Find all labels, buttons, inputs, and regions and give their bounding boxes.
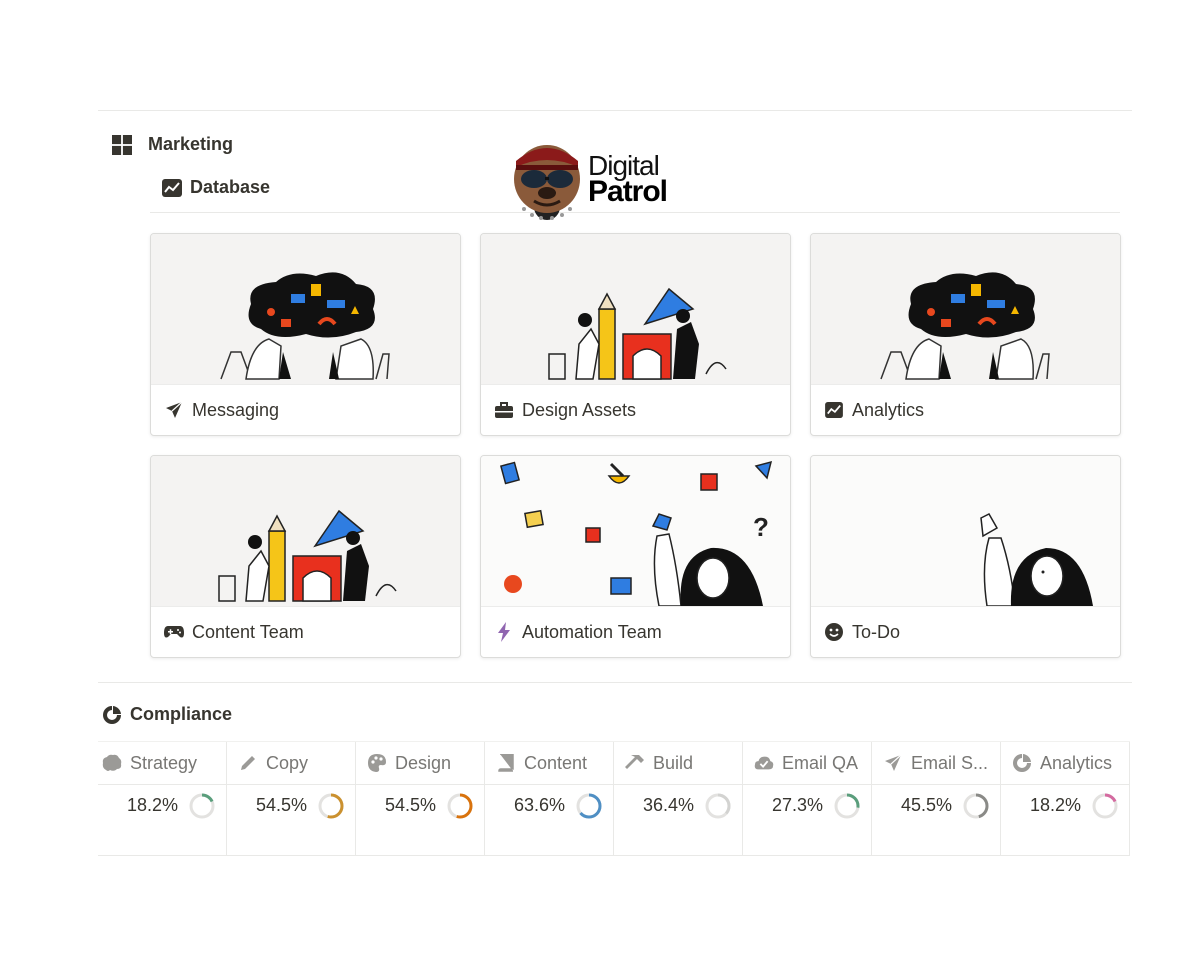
column-header-email-s[interactable]: Email S... xyxy=(872,742,1001,784)
percent-value: 18.2% xyxy=(1029,795,1081,815)
paper-plane-icon xyxy=(883,753,903,773)
chart-line-icon xyxy=(162,178,182,198)
compliance-table: Strategy Copy Design Content Build Email… xyxy=(98,741,1130,856)
top-divider xyxy=(98,110,1132,111)
marketing-heading[interactable]: Marketing xyxy=(112,134,233,155)
card-gallery: Messaging Design Assets Analytics Conten… xyxy=(150,233,1121,658)
table-cell[interactable]: 63.6% xyxy=(485,785,614,855)
column-header-content[interactable]: Content xyxy=(485,742,614,784)
table-cell[interactable]: 27.3% xyxy=(743,785,872,855)
column-header-analytics[interactable]: Analytics xyxy=(1001,742,1130,784)
palette-icon xyxy=(367,753,387,773)
card-title: Design Assets xyxy=(522,399,637,420)
progress-ring xyxy=(1092,793,1118,819)
column-header-copy[interactable]: Copy xyxy=(227,742,356,784)
table-cell[interactable]: 54.5% xyxy=(356,785,485,855)
card-cover-illustration: ? xyxy=(481,456,790,606)
column-label: Content xyxy=(524,752,588,773)
column-label: Email S... xyxy=(911,752,989,773)
card-design-assets[interactable]: Design Assets xyxy=(480,233,791,436)
card-cover-illustration xyxy=(811,234,1120,384)
table-row: 18.2% 54.5% 54.5% 63.6% 36.4% 27.3% 45.5… xyxy=(98,785,1130,856)
chart-line-icon xyxy=(824,400,844,420)
digital-patrol-logo: Digital Patrol xyxy=(508,137,668,221)
card-automation-team[interactable]: ? Automation Team xyxy=(480,455,791,658)
progress-ring xyxy=(318,793,344,819)
card-title: Automation Team xyxy=(522,621,662,642)
brain-icon xyxy=(102,753,122,773)
column-header-strategy[interactable]: Strategy xyxy=(98,742,227,784)
percent-value: 54.5% xyxy=(384,795,436,815)
table-cell[interactable]: 18.2% xyxy=(1001,785,1130,855)
paper-plane-icon xyxy=(164,400,184,420)
card-title: Messaging xyxy=(192,399,280,420)
column-label: Strategy xyxy=(130,752,198,773)
table-cell[interactable]: 54.5% xyxy=(227,785,356,855)
card-cover-illustration xyxy=(151,234,460,384)
column-header-email-qa[interactable]: Email QA xyxy=(743,742,872,784)
card-cover-illustration xyxy=(811,456,1120,606)
card-content-team[interactable]: Content Team xyxy=(150,455,461,658)
column-header-build[interactable]: Build xyxy=(614,742,743,784)
book-icon xyxy=(496,753,516,773)
percent-value: 54.5% xyxy=(255,795,307,815)
table-cell[interactable]: 18.2% xyxy=(98,785,227,855)
database-heading[interactable]: Database xyxy=(162,177,270,198)
card-title: Analytics xyxy=(852,399,925,420)
card-analytics[interactable]: Analytics xyxy=(810,233,1121,436)
hammer-icon xyxy=(625,753,645,773)
column-label: Analytics xyxy=(1040,752,1113,773)
grid-icon xyxy=(112,134,132,155)
table-cell[interactable]: 36.4% xyxy=(614,785,743,855)
pie-chart-icon xyxy=(1012,753,1032,773)
progress-ring xyxy=(963,793,989,819)
column-label: Design xyxy=(395,752,452,773)
logo-line-2: Patrol xyxy=(588,175,668,209)
compliance-title: Compliance xyxy=(130,704,233,724)
percent-value: 27.3% xyxy=(771,795,823,815)
marketing-title: Marketing xyxy=(148,134,234,154)
percent-value: 45.5% xyxy=(900,795,952,815)
compliance-heading[interactable]: Compliance xyxy=(102,704,232,725)
column-label: Email QA xyxy=(782,752,859,773)
table-cell[interactable]: 45.5% xyxy=(872,785,1001,855)
progress-ring xyxy=(447,793,473,819)
compliance-divider xyxy=(98,682,1132,683)
progress-ring xyxy=(189,793,215,819)
card-messaging[interactable]: Messaging xyxy=(150,233,461,436)
svg-text:?: ? xyxy=(753,512,769,542)
bulldog-mascot-icon xyxy=(514,145,580,220)
pie-chart-icon xyxy=(102,704,122,725)
table-header-row: Strategy Copy Design Content Build Email… xyxy=(98,741,1130,785)
lightning-icon xyxy=(494,622,514,642)
card-cover-illustration xyxy=(151,456,460,606)
card-title: To-Do xyxy=(852,621,901,642)
database-title: Database xyxy=(190,177,271,197)
percent-value: 36.4% xyxy=(642,795,694,815)
card-title: Content Team xyxy=(192,621,304,642)
pencil-icon xyxy=(238,753,258,773)
column-label: Copy xyxy=(266,752,309,773)
card-to-do[interactable]: To-Do xyxy=(810,455,1121,658)
column-label: Build xyxy=(653,752,694,773)
gamepad-icon xyxy=(164,622,184,642)
column-header-design[interactable]: Design xyxy=(356,742,485,784)
smiley-icon xyxy=(824,622,844,642)
percent-value: 18.2% xyxy=(126,795,178,815)
percent-value: 63.6% xyxy=(513,795,565,815)
progress-ring xyxy=(705,793,731,819)
progress-ring xyxy=(576,793,602,819)
cloud-check-icon xyxy=(754,753,774,773)
briefcase-icon xyxy=(494,400,514,420)
card-cover-illustration xyxy=(481,234,790,384)
progress-ring xyxy=(834,793,860,819)
